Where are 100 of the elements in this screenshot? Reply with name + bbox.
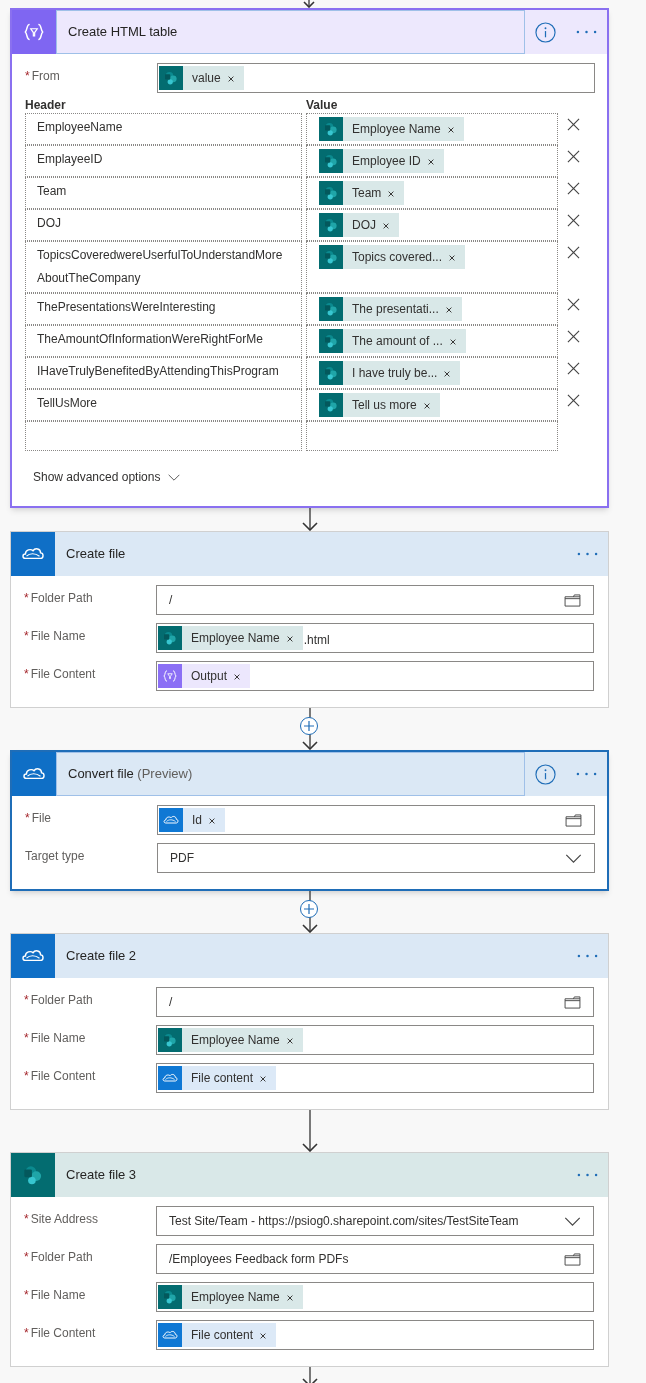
header-cell[interactable]: EmployeeName xyxy=(25,113,302,145)
token-chip[interactable]: Employee Name xyxy=(319,117,464,141)
token-label: value xyxy=(191,70,222,87)
token-chip[interactable]: Team xyxy=(319,181,405,205)
input-field[interactable]: Employee Name xyxy=(156,1282,594,1312)
remove-token-icon xyxy=(446,126,455,134)
card-header[interactable]: Create file 2 xyxy=(11,934,608,978)
chevron-down-icon xyxy=(168,473,181,481)
value-cell[interactable]: Team xyxy=(306,177,558,209)
value-cell[interactable] xyxy=(306,421,558,451)
action-card[interactable]: Create file * Folder Path / * File Name Employee Name .html * File Content Output xyxy=(10,531,609,708)
value-cell[interactable]: I have truly be... xyxy=(306,357,558,389)
field-label-required: * Site Address xyxy=(24,1211,100,1228)
value-cell[interactable]: DOJ xyxy=(306,209,558,241)
remove-token-icon xyxy=(426,158,435,166)
add-step-button[interactable] xyxy=(300,900,318,918)
token-chip[interactable]: The presentati... xyxy=(319,297,462,321)
cloud-icon xyxy=(12,752,56,796)
add-step-button[interactable] xyxy=(300,717,318,735)
token-chip[interactable]: The amount of ... xyxy=(319,329,466,353)
remove-token-icon xyxy=(259,1332,268,1340)
token-chip[interactable]: Employee Name xyxy=(158,1285,303,1309)
remove-token-icon xyxy=(382,222,390,230)
remove-token-icon xyxy=(226,75,235,83)
input-field[interactable]: /Employees Feedback form PDFs xyxy=(156,1244,594,1274)
cloud-icon xyxy=(158,1066,182,1090)
remove-token-icon xyxy=(422,402,431,410)
circles-icon xyxy=(11,1153,55,1197)
input-field[interactable]: value xyxy=(157,63,595,93)
token-chip[interactable]: Output xyxy=(158,664,251,688)
field-label: Target type xyxy=(25,848,86,865)
input-field[interactable]: / xyxy=(156,585,594,615)
circles-icon xyxy=(319,361,343,385)
card-header[interactable]: Create file 3 xyxy=(11,1153,608,1197)
value-cell[interactable]: Employee ID xyxy=(306,145,558,177)
dropdown-field[interactable]: Test Site/Team - https://psiog0.sharepoint.com/sites/TestSiteTeam xyxy=(156,1206,594,1236)
remove-token-icon xyxy=(387,190,396,198)
card-header[interactable]: Create file xyxy=(11,532,608,576)
token-chip[interactable]: value xyxy=(159,66,244,90)
input-field[interactable]: Output xyxy=(156,661,594,691)
header-cell[interactable]: ThePresentationsWereInteresting xyxy=(25,293,302,325)
input-field[interactable]: / xyxy=(156,987,594,1017)
token-chip[interactable]: Topics covered... xyxy=(319,245,466,269)
show-advanced-options-link[interactable]: Show advanced options xyxy=(33,468,181,486)
circles-icon xyxy=(319,329,343,353)
more-icon xyxy=(576,30,597,34)
token-label: File content xyxy=(190,1070,255,1087)
value-cell[interactable]: The amount of ... xyxy=(306,325,558,357)
token-chip[interactable]: File content xyxy=(158,1323,277,1347)
token-chip[interactable]: Employee Name xyxy=(158,626,303,650)
value-cell[interactable]: Topics covered... xyxy=(306,241,558,293)
header-cell[interactable]: Team xyxy=(25,177,302,209)
header-cell[interactable] xyxy=(25,421,302,451)
token-chip[interactable]: I have truly be... xyxy=(319,361,461,385)
token-label: Topics covered... xyxy=(351,249,444,266)
delete-row-icon xyxy=(567,214,580,227)
value-cell[interactable]: Employee Name xyxy=(306,113,558,145)
field-label-required: * File Content xyxy=(24,666,97,683)
token-chip[interactable]: File content xyxy=(158,1066,277,1090)
action-card[interactable] xyxy=(10,8,609,508)
field-label-required: * File xyxy=(25,810,52,827)
delete-row-icon xyxy=(567,330,580,343)
card-header[interactable]: Convert file (Preview) xyxy=(12,752,607,796)
header-cell[interactable]: DOJ xyxy=(25,209,302,241)
dropdown-field[interactable]: PDF xyxy=(157,843,595,873)
column-header: Value xyxy=(306,97,338,113)
token-chip[interactable]: Employee Name xyxy=(158,1028,303,1052)
circles-icon xyxy=(159,66,183,90)
input-field[interactable]: Employee Name .html xyxy=(156,623,594,653)
chevron-down-icon xyxy=(565,853,582,863)
input-field[interactable]: Employee Name xyxy=(156,1025,594,1055)
header-cell[interactable]: IHaveTrulyBenefitedByAttendingThisProgram xyxy=(25,357,302,389)
header-cell[interactable]: TheAmountOfInformationWereRightForMe xyxy=(25,325,302,357)
field-label-required: * Folder Path xyxy=(24,1249,94,1266)
action-card[interactable]: Create file 2 * Folder Path / * File Name Employee Name * File Content File content xyxy=(10,933,609,1110)
more-icon xyxy=(577,954,598,958)
header-cell[interactable]: TellUsMore xyxy=(25,389,302,421)
value-cell[interactable]: Tell us more xyxy=(306,389,558,421)
token-chip[interactable]: Tell us more xyxy=(319,393,440,417)
token-chip[interactable]: DOJ xyxy=(319,213,399,237)
card-header[interactable]: Create HTML table xyxy=(12,10,607,54)
delete-row-icon xyxy=(567,150,580,163)
plus-icon xyxy=(304,904,314,914)
input-field[interactable]: File content xyxy=(156,1063,594,1093)
remove-token-icon xyxy=(259,1075,268,1083)
action-card[interactable]: Create file 3 * Site Address Test Site/Team - https://psiog0.sharepoint.com/sites/TestSiteTeam * Folder Path /Employees Feedback form PDFs * File Name Employee Name * File Content File content xyxy=(10,1152,609,1367)
input-field[interactable]: Id xyxy=(157,805,595,835)
delete-row-icon xyxy=(567,246,580,259)
field-label-required: * File Content xyxy=(24,1325,97,1342)
header-cell[interactable]: TopicsCoveredwereUserfulToUnderstandMoreAboutTheCompany xyxy=(25,241,302,293)
circles-icon xyxy=(319,245,343,269)
circles-icon xyxy=(158,1028,182,1052)
action-card[interactable]: Convert file (Preview) * File Id Target type PDF xyxy=(10,750,609,891)
value-cell[interactable]: The presentati... xyxy=(306,293,558,325)
token-chip[interactable]: Id xyxy=(159,808,225,832)
remove-token-icon xyxy=(208,817,216,825)
input-field[interactable]: File content xyxy=(156,1320,594,1350)
plus-icon xyxy=(304,721,314,731)
header-cell[interactable]: EmplayeeID xyxy=(25,145,302,177)
token-chip[interactable]: Employee ID xyxy=(319,149,444,173)
